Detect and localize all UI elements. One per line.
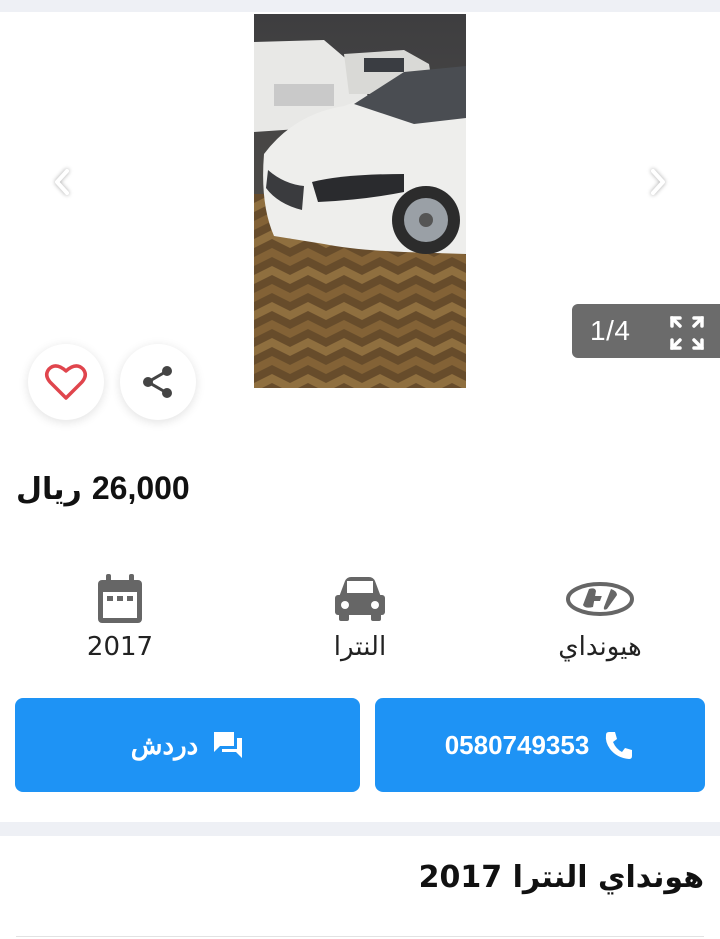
chat-icon (214, 732, 243, 758)
chat-button[interactable]: دردش (15, 698, 360, 792)
listing-title: هونداي النترا 2017 (418, 860, 704, 895)
prev-arrow[interactable] (42, 162, 82, 202)
price-amount: 26,000 (91, 470, 190, 506)
car-photo[interactable] (254, 14, 466, 388)
call-number: 0580749353 (444, 729, 590, 760)
chat-label: دردش (130, 729, 199, 760)
phone-icon (606, 732, 633, 759)
photo-gallery[interactable]: 1/4 (0, 12, 720, 420)
car-specs: هيونداي النترا 2017 (0, 568, 720, 678)
spec-year: 2017 (20, 568, 220, 662)
car-icon (335, 577, 385, 621)
price: 26,000 ريال (16, 470, 190, 507)
spec-make: هيونداي (500, 568, 700, 662)
spec-make-label: هيونداي (558, 632, 642, 662)
calendar-icon (98, 574, 142, 623)
hyundai-logo-icon (566, 582, 634, 616)
expand-icon[interactable] (668, 314, 706, 352)
chevron-left-icon (55, 169, 69, 195)
heart-outline-icon (45, 364, 87, 400)
spec-year-label: 2017 (86, 632, 154, 662)
section-separator (0, 822, 720, 836)
share-icon (143, 366, 172, 398)
top-strip (0, 0, 720, 12)
share-button[interactable] (120, 344, 196, 420)
divider (16, 936, 704, 937)
call-button[interactable]: 0580749353 (375, 698, 705, 792)
image-counter[interactable]: 1/4 (572, 304, 720, 358)
spec-model-label: النترا (333, 632, 387, 662)
image-counter-text: 1/4 (590, 315, 631, 346)
chevron-right-icon (651, 169, 665, 195)
next-arrow[interactable] (638, 162, 678, 202)
price-currency: ريال (16, 472, 82, 507)
favorite-button[interactable] (28, 344, 104, 420)
spec-model: النترا (260, 568, 460, 662)
